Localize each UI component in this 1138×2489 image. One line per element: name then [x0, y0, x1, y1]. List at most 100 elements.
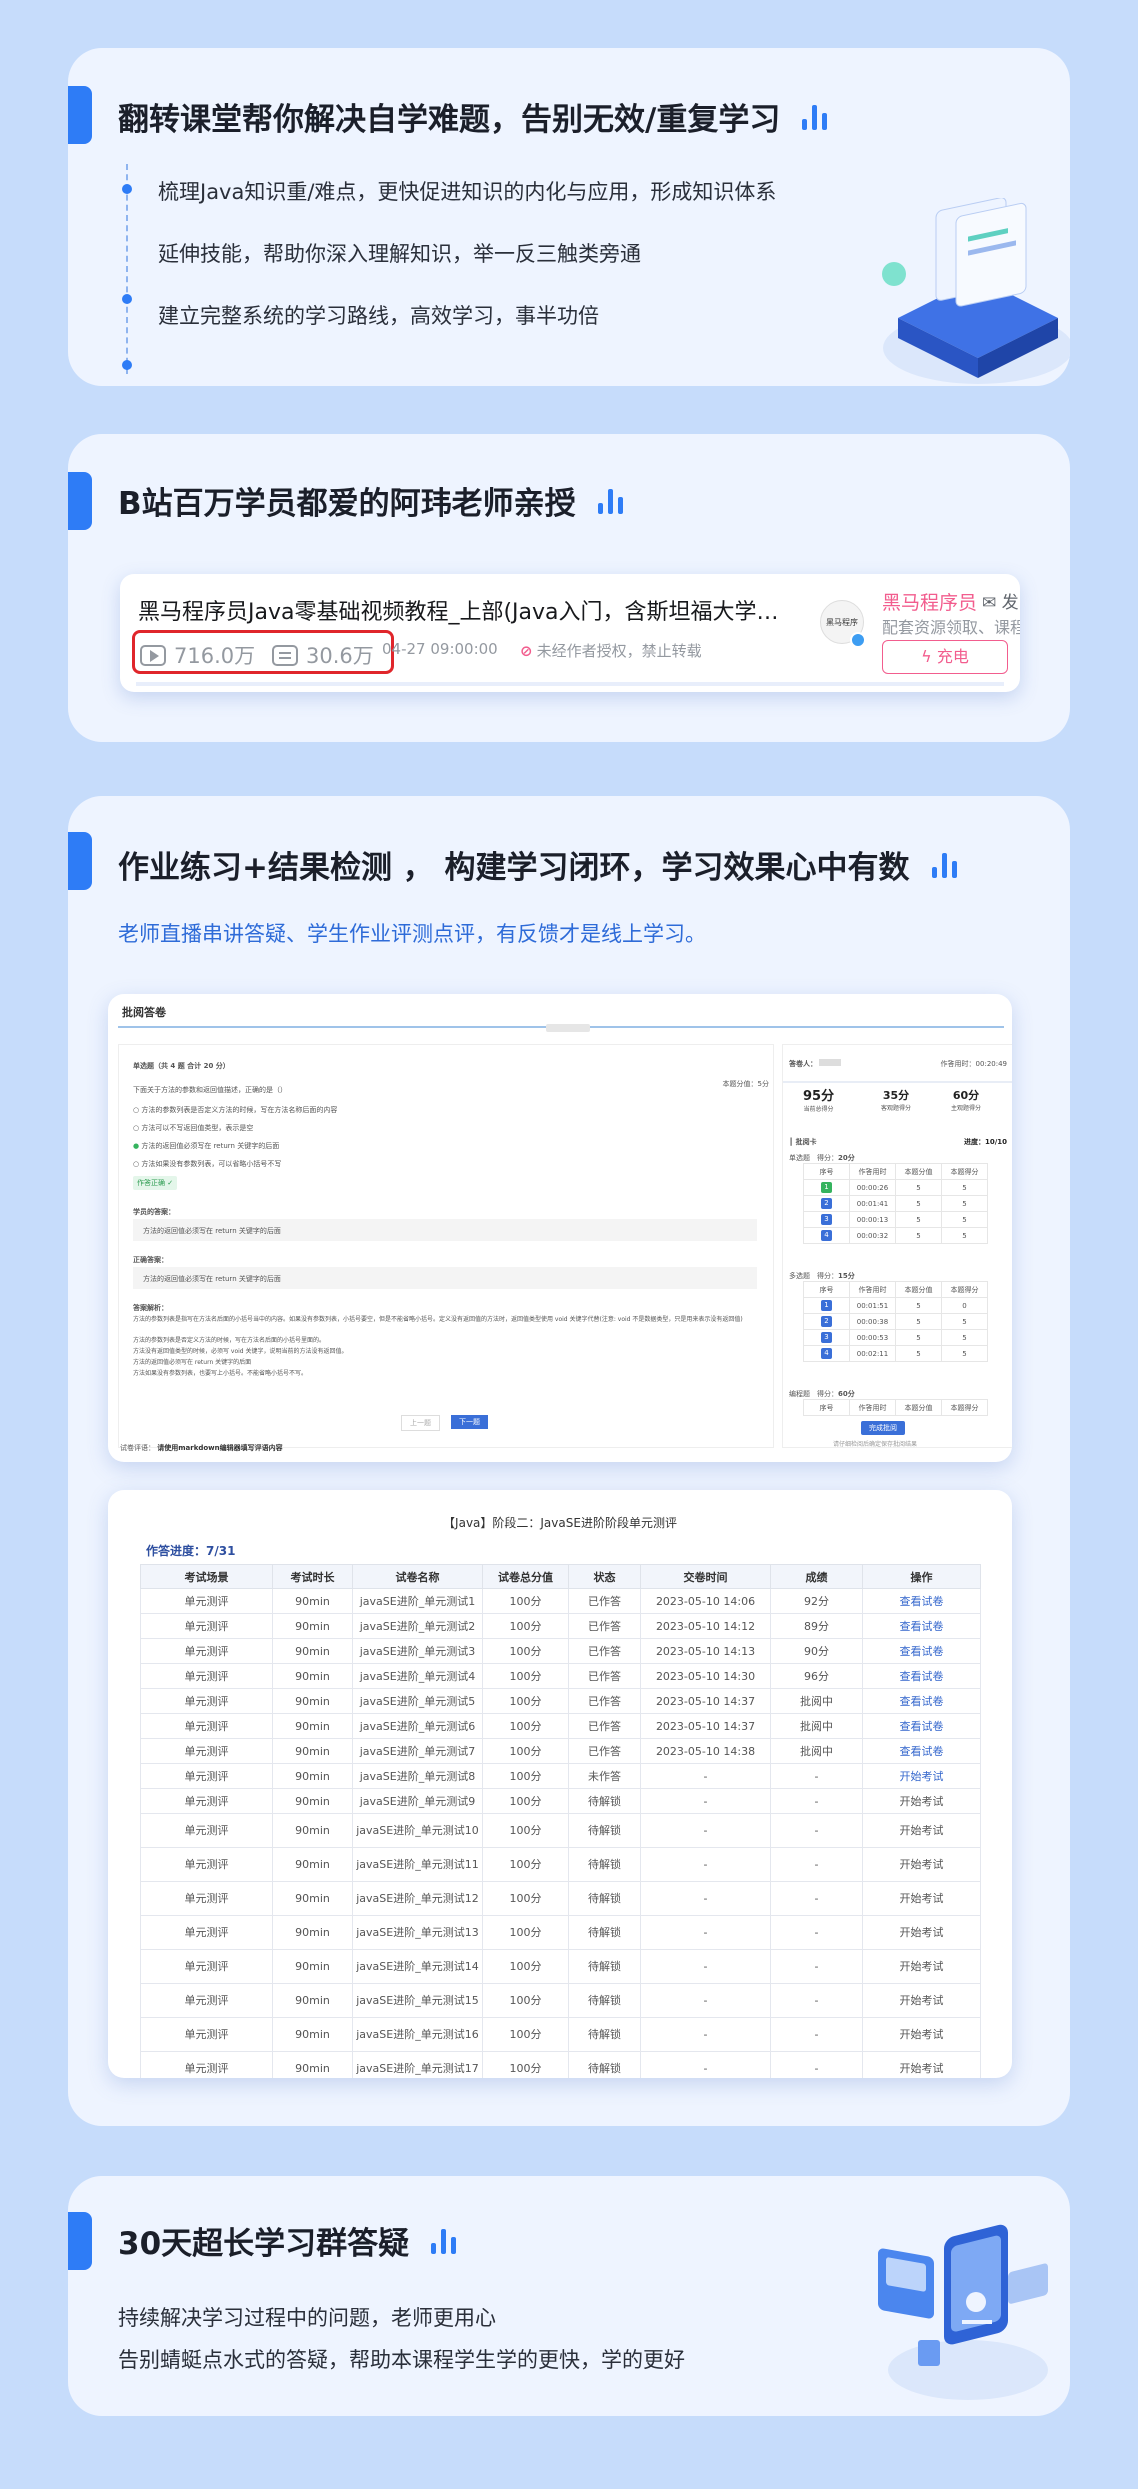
exam-action-link[interactable]: 开始考试	[862, 1763, 981, 1789]
table-cell: 100分	[482, 1638, 569, 1664]
card-flipped-classroom: 翻转课堂帮你解决自学难题，告别无效/重复学习 梳理Java知识重/难点，更快促进…	[68, 48, 1070, 386]
table-cell: 100分	[482, 1915, 569, 1950]
exam-action-link[interactable]: 开始考试	[862, 2051, 981, 2078]
table-cell: -	[770, 1763, 863, 1789]
table-cell: 90分	[770, 1638, 863, 1664]
column-header: 试卷总分值	[482, 1564, 569, 1589]
table-cell: javaSE进阶_单元测试1	[352, 1588, 483, 1614]
qa-devices-illustration	[878, 2224, 1048, 2400]
highlight-box	[132, 630, 394, 674]
correct-answer-label: 正确答案：	[133, 1256, 168, 1264]
table-cell: 待解锁	[568, 1813, 641, 1848]
analysis-line: 方法的参数列表是否定义方法的时候，写在方法名后面的小括号里面的。	[133, 1337, 326, 1344]
time-used: 作答用时：00:20:49	[940, 1060, 1007, 1068]
feature-line: 告别蜻蜓点水式的答疑，帮助本课程学生学的更快，学的更好	[118, 2348, 685, 2372]
exam-action-link[interactable]: 开始考试	[862, 1881, 981, 1916]
table-row[interactable]: 2 00:00:38 5 5	[803, 1313, 988, 1330]
exam-action-link[interactable]: 开始考试	[862, 1949, 981, 1984]
group-header: 单选题 得分：20分	[789, 1154, 855, 1162]
table-cell: 100分	[482, 1738, 569, 1764]
exam-action-link[interactable]: 开始考试	[862, 1813, 981, 1848]
table-cell: 90min	[272, 1949, 353, 1984]
table-cell: 待解锁	[568, 2051, 641, 2078]
table-cell: -	[640, 1983, 771, 2018]
table-cell: 100分	[482, 1949, 569, 1984]
exam-action-link[interactable]: 开始考试	[862, 1847, 981, 1882]
option[interactable]: ○ 方法可以不写返回值类型，表示是空	[133, 1123, 253, 1133]
table-cell: 90min	[272, 2051, 353, 2078]
table-cell: javaSE进阶_单元测试17	[352, 2051, 483, 2078]
score-subjective: 60分 主观题得分	[951, 1089, 982, 1112]
table-cell: 待解锁	[568, 1983, 641, 2018]
exam-action-link[interactable]: 查看试卷	[862, 1713, 981, 1739]
signal-bars-icon	[597, 488, 623, 514]
exam-action-link[interactable]: 开始考试	[862, 2017, 981, 2052]
table-cell: 单元测评	[140, 1738, 273, 1764]
group-header: 编程题 得分：60分	[789, 1390, 855, 1398]
table-cell: 已作答	[568, 1738, 641, 1764]
next-button[interactable]: 下一题	[451, 1415, 488, 1429]
table-row: 单元测评 90min javaSE进阶_单元测试9 100分 待解锁 - - 开始考试	[140, 1788, 981, 1814]
table-cell: 单元测评	[140, 1788, 273, 1814]
table-cell: -	[640, 1847, 771, 1882]
student-answer-label: 学员的答案：	[133, 1208, 175, 1216]
panel-title: ┃ 批阅卡	[789, 1138, 817, 1146]
table-cell: 待解锁	[568, 1915, 641, 1950]
exam-action-link[interactable]: 开始考试	[862, 1915, 981, 1950]
bullet-item: 梳理Java知识重/难点，更快促进知识的内化与应用，形成知识体系	[158, 180, 777, 204]
table-row[interactable]: 4 00:00:32 5 5	[803, 1227, 988, 1244]
table-cell: 2023-05-10 14:38	[640, 1738, 771, 1764]
card-group-qa: 30天超长学习群答疑 持续解决学习过程中的问题，老师更用心 告别蜻蜓点水式的答疑…	[68, 2176, 1070, 2416]
exam-action-link[interactable]: 查看试卷	[862, 1663, 981, 1689]
table-cell: 单元测评	[140, 1688, 273, 1714]
table-cell: 90min	[272, 1881, 353, 1916]
score-total: 95分 当前总得分	[803, 1089, 835, 1113]
table-row[interactable]: 1 00:00:26 5 5	[803, 1179, 988, 1196]
comment-row[interactable]: 试卷评语： 请使用markdown编辑器填写评语内容	[120, 1443, 283, 1453]
table-row[interactable]: 3 00:00:13 5 5	[803, 1211, 988, 1228]
analysis-line: 方法的返回值必须写在 return 关键字的后面	[133, 1359, 252, 1366]
charge-button[interactable]: ϟ 充电	[882, 640, 1008, 674]
table-cell: 单元测评	[140, 1638, 273, 1664]
exam-action-link[interactable]: 查看试卷	[862, 1738, 981, 1764]
table-row[interactable]: 4 00:02:11 5 5	[803, 1345, 988, 1362]
table-cell: -	[770, 1949, 863, 1984]
uploader-name[interactable]: 黑马程序员	[882, 588, 977, 615]
section-subtitle: 老师直播串讲答疑、学生作业评测点评，有反馈才是线上学习。	[118, 922, 706, 946]
table-row: 单元测评 90min javaSE进阶_单元测试13 100分 待解锁 - - 开始考试	[140, 1915, 981, 1950]
prev-button[interactable]: 上一题	[401, 1415, 440, 1431]
exam-action-link[interactable]: 查看试卷	[862, 1588, 981, 1614]
exam-progress: 作答进度：7/31	[146, 1544, 236, 1558]
collapse-handle[interactable]	[546, 1024, 590, 1032]
table-cell: 90min	[272, 1738, 353, 1764]
table-cell: 未作答	[568, 1763, 641, 1789]
option[interactable]: ○ 方法的参数列表是否定义方法的时候，写在方法名称后面的内容	[133, 1105, 337, 1115]
table-cell: 单元测评	[140, 2051, 273, 2078]
table-row: 单元测评 90min javaSE进阶_单元测试12 100分 待解锁 - - 开始考试	[140, 1881, 981, 1916]
exam-action-link[interactable]: 开始考试	[862, 1983, 981, 2018]
table-cell: 单元测评	[140, 1847, 273, 1882]
table-row[interactable]: 1 00:01:51 5 0	[803, 1297, 988, 1314]
multi-choice-table: 序号 作答用时 本题分值 本题得分 1 00:01:51 5 0 2 00:00:38 5 5 3…	[803, 1281, 988, 1362]
table-cell: 2023-05-10 14:12	[640, 1613, 771, 1639]
table-row[interactable]: 2 00:01:41 5 5	[803, 1195, 988, 1212]
option[interactable]: ○ 方法如果没有参数列表，可以省略小括号不写	[133, 1159, 281, 1169]
lightning-icon: ϟ	[921, 647, 937, 666]
table-cell: javaSE进阶_单元测试11	[352, 1847, 483, 1882]
exam-action-link[interactable]: 查看试卷	[862, 1688, 981, 1714]
table-cell: 100分	[482, 1613, 569, 1639]
table-row: 单元测评 90min javaSE进阶_单元测试2 100分 已作答 2023-05-10…	[140, 1613, 981, 1639]
finish-grading-button[interactable]: 完成批阅	[861, 1421, 905, 1435]
exam-action-link[interactable]: 查看试卷	[862, 1613, 981, 1639]
table-cell: -	[640, 2017, 771, 2052]
video-title[interactable]: 黑马程序员Java零基础视频教程_上部(Java入门，含斯坦福大学…	[138, 594, 779, 626]
exam-action-link[interactable]: 开始考试	[862, 1788, 981, 1814]
table-cell: -	[640, 1788, 771, 1814]
table-row[interactable]: 3 00:00:53 5 5	[803, 1329, 988, 1346]
question-score: 本题分值：5分	[722, 1080, 769, 1088]
column-header: 试卷名称	[352, 1564, 483, 1589]
message-link[interactable]: ✉ 发	[982, 588, 1019, 613]
option[interactable]: ● 方法的返回值必须写在 return 关键字的后面	[133, 1141, 279, 1151]
correct-tag: 作答正确 ✓	[133, 1176, 178, 1190]
exam-action-link[interactable]: 查看试卷	[862, 1638, 981, 1664]
